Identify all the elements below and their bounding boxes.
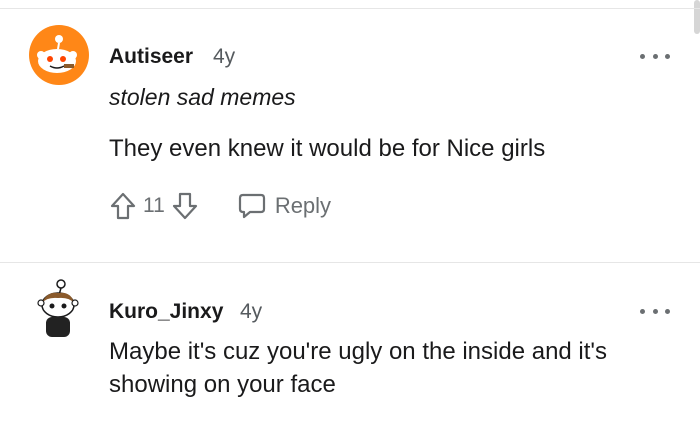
snoo-avatar-orange-icon — [29, 25, 89, 85]
comment-autiseer: Autiseer 4y stolen sad memes They even k… — [0, 0, 700, 262]
comment-body: They even knew it would be for Nice girl… — [109, 135, 546, 162]
timestamp: 4y — [213, 45, 236, 68]
more-options-icon — [640, 308, 645, 314]
comment-body: Maybe it's cuz you're ugly on the inside… — [109, 338, 608, 398]
username[interactable]: Kuro_Jinxy — [109, 300, 223, 324]
more-options-dot — [665, 53, 670, 59]
timestamp: 4y — [240, 300, 263, 323]
reply-button[interactable]: Reply — [237, 192, 331, 220]
comment-actions: 11 Reply — [109, 191, 331, 221]
vote-score: 11 — [143, 194, 165, 217]
more-options-button[interactable] — [640, 301, 670, 321]
username[interactable]: Autiseer — [109, 45, 193, 69]
more-options-dot — [652, 53, 658, 59]
avatar[interactable] — [28, 24, 90, 86]
comment-kuro-jinxy: Kuro_Jinxy 4y Maybe it's cuz you're ugly… — [0, 263, 700, 423]
upvote-icon[interactable] — [109, 191, 137, 221]
avatar[interactable] — [33, 279, 83, 341]
vote-controls: 11 — [109, 191, 199, 221]
more-options-dot — [652, 308, 658, 314]
snoo-avatar-custom-icon — [37, 279, 79, 337]
more-options-button[interactable] — [640, 46, 670, 66]
more-options-icon — [640, 53, 645, 59]
more-options-dot — [665, 308, 670, 314]
user-flair: stolen sad memes — [109, 84, 296, 110]
reply-icon — [238, 193, 265, 219]
reply-label: Reply — [274, 193, 332, 218]
downvote-icon[interactable] — [171, 191, 199, 221]
